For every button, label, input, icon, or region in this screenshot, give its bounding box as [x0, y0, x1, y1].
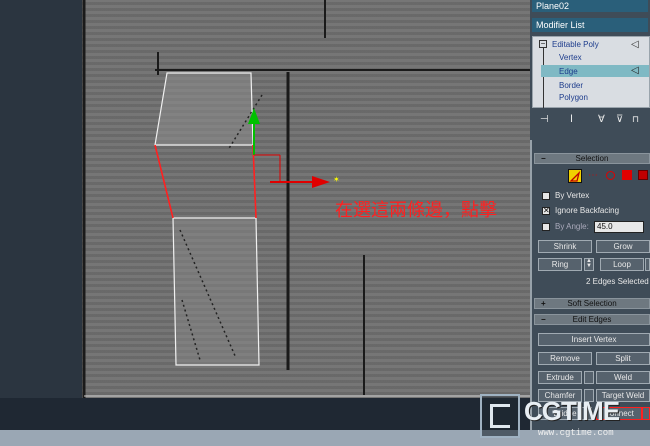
- ring-spinner[interactable]: ▲ ▼: [584, 258, 594, 271]
- soft-selection-rollout-header[interactable]: + Soft Selection: [534, 298, 650, 309]
- insert-vertex-button[interactable]: Insert Vertex: [538, 333, 650, 346]
- selected-edge-right: [252, 144, 257, 219]
- polygon-subobject-icon[interactable]: [622, 170, 632, 180]
- border-subobject-icon[interactable]: [606, 171, 615, 180]
- ignore-backfacing-label: Ignore Backfacing: [555, 206, 620, 215]
- split-button[interactable]: Split: [596, 352, 650, 365]
- gizmo-x-arrow: [312, 176, 330, 188]
- viewport[interactable]: ✶ 在選這兩條邊，點擊: [0, 0, 530, 398]
- angle-value-input[interactable]: 45.0: [594, 221, 644, 233]
- element-subobject-icon[interactable]: [638, 170, 648, 180]
- remove-modifier-icon[interactable]: ⊽: [616, 114, 623, 125]
- stack-root-editable-poly[interactable]: Editable Poly: [552, 40, 599, 50]
- selection-status: 2 Edges Selected: [586, 277, 649, 286]
- extrude-button[interactable]: Extrude: [538, 371, 582, 384]
- selection-rollout-header[interactable]: − Selection: [534, 153, 650, 164]
- modifier-stack[interactable]: − Editable Poly ◁ Vertex Edge ◁ Border P…: [532, 36, 650, 108]
- loop-button[interactable]: Loop: [600, 258, 644, 271]
- shrink-button[interactable]: Shrink: [538, 240, 592, 253]
- command-panel: Plane02 Modifier List − Editable Poly ◁ …: [530, 0, 650, 430]
- pin-stack-icon[interactable]: ⊣: [540, 114, 549, 125]
- grow-button[interactable]: Grow: [596, 240, 650, 253]
- weld-button[interactable]: Weld: [596, 371, 650, 384]
- pin-icon: ◁: [631, 39, 639, 50]
- stack-item-edge[interactable]: Edge: [559, 67, 578, 77]
- watermark: CGTIME www.cgtime.com: [480, 392, 650, 446]
- extrude-settings-button[interactable]: [584, 371, 594, 384]
- by-vertex-checkbox[interactable]: [542, 192, 550, 200]
- watermark-url: www.cgtime.com: [538, 428, 614, 438]
- modifier-list-dropdown[interactable]: Modifier List: [532, 18, 648, 32]
- make-unique-icon[interactable]: ∀: [598, 114, 605, 125]
- edge-subobject-button[interactable]: [568, 169, 582, 183]
- selected-edge-left: [154, 144, 174, 219]
- ring-button[interactable]: Ring: [538, 258, 582, 271]
- by-vertex-label: By Vertex: [555, 191, 590, 200]
- configure-sets-icon[interactable]: ⊓: [632, 114, 639, 125]
- remove-button[interactable]: Remove: [538, 352, 592, 365]
- stack-toolbar: ⊣ Ⅰ ∀ ⊽ ⊓: [532, 113, 648, 131]
- edge-mode-icon: ◁: [631, 65, 639, 76]
- stack-item-polygon[interactable]: Polygon: [559, 93, 588, 103]
- watermark-brand: CGTIME: [524, 396, 620, 426]
- panel-scroll-edge: [530, 140, 532, 430]
- watermark-logo-icon: [480, 394, 520, 438]
- loop-spinner[interactable]: [645, 258, 650, 271]
- annotation-text: 在選這兩條邊，點擊: [335, 200, 497, 221]
- by-angle-checkbox[interactable]: [542, 223, 550, 231]
- ignore-backfacing-checkbox[interactable]: ✕: [542, 207, 550, 215]
- stack-item-vertex[interactable]: Vertex: [559, 53, 582, 63]
- edit-edges-rollout-header[interactable]: − Edit Edges: [534, 314, 650, 325]
- object-name-field[interactable]: Plane02: [532, 0, 648, 12]
- lower-plane: [172, 217, 260, 366]
- by-angle-label: By Angle:: [555, 222, 589, 231]
- show-end-result-icon[interactable]: Ⅰ: [570, 114, 573, 125]
- stack-item-border[interactable]: Border: [559, 81, 583, 91]
- svg-text:✶: ✶: [333, 175, 340, 184]
- stack-tree-line: [543, 48, 544, 108]
- stack-collapse-icon[interactable]: −: [539, 40, 547, 48]
- vertex-subobject-icon[interactable]: ⋯: [588, 170, 598, 181]
